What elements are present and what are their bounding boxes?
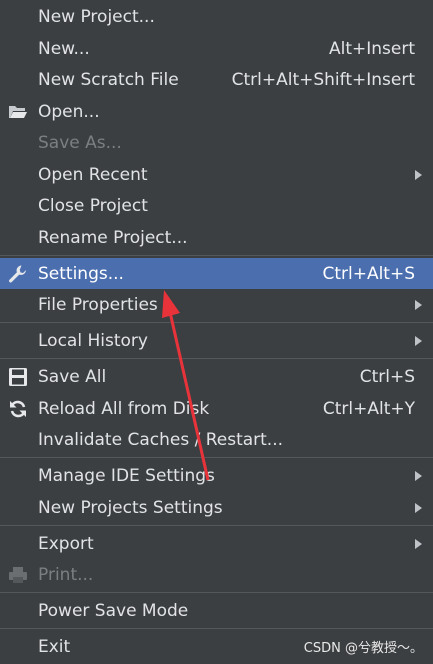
watermark: CSDN @兮教授～。 (303, 641, 423, 656)
annotation-arrow (162, 290, 210, 481)
